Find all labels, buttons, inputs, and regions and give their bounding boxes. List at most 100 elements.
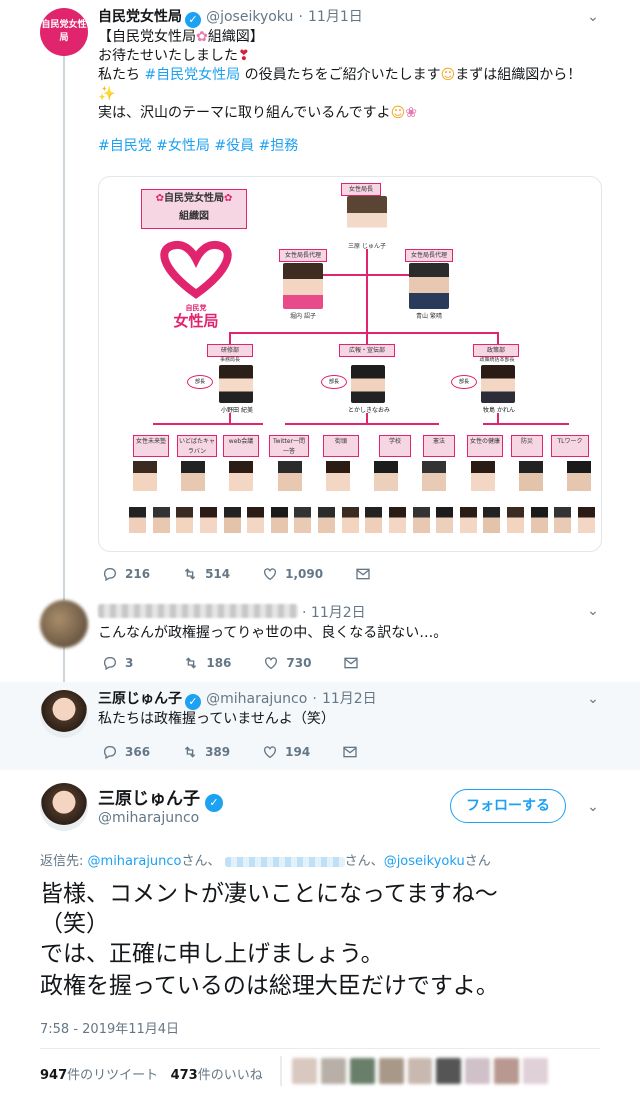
retweet-count: 389 <box>205 745 231 759</box>
author-handle[interactable]: @joseikyoku <box>206 9 293 25</box>
blurred-reply-user[interactable] <box>224 856 345 867</box>
smile-emoji-icon: ☺ <box>440 67 456 83</box>
main-text-line1: 皆様、コメントが凄いことになってますね〜 <box>40 881 498 907</box>
team-box-3: web会議 <box>223 435 259 457</box>
tweet2-text: こんなんが政権握ってりゃ世の中、良くなる訳ない…。 <box>98 625 448 641</box>
divider <box>40 1048 600 1049</box>
tweet-text-line3b: の役員たちをご紹介いたします <box>244 67 441 83</box>
main-text-line3: では、正確に申し上げましょう。 <box>40 941 384 967</box>
main-text-line2: （笑） <box>40 911 109 937</box>
verified-badge-icon: ✓ <box>205 794 223 812</box>
reply-count: 3 <box>125 656 134 670</box>
like-button[interactable]: 1,090 <box>262 566 323 582</box>
main-author-name[interactable]: 三原じゅん子 <box>98 789 200 809</box>
heart-icon <box>264 746 277 759</box>
follow-button[interactable]: フォローする <box>450 789 566 823</box>
dept3-sub: 政策統括本部長 <box>479 357 515 363</box>
dept1-photo <box>219 365 253 403</box>
tulip-emoji-icon: ❀ <box>405 105 417 121</box>
reply-icon <box>103 657 116 671</box>
main-timestamp[interactable]: 7:58 - 2019年11月4日 <box>40 1018 179 1037</box>
avatar-mihara-main[interactable] <box>40 783 88 831</box>
hashtags[interactable]: #自民党 #女性局 #役員 #担務 <box>98 137 598 156</box>
thread-line <box>63 50 65 690</box>
avatar-blurred[interactable] <box>40 600 88 648</box>
envelope-icon <box>356 568 370 580</box>
retweet-icon <box>184 746 196 758</box>
dept2-label: 広報・宣伝部 <box>339 344 395 357</box>
deputy2-name: 青山 繁晴 <box>416 313 442 320</box>
chevron-down-icon[interactable]: ⌄ <box>584 602 602 620</box>
team-box-4: Twitter一問一答 <box>269 435 309 457</box>
envelope-icon <box>343 746 357 758</box>
reply-icon <box>103 746 116 760</box>
deputy1-name: 堀内 詔子 <box>290 313 316 320</box>
retweet-icon <box>186 657 197 669</box>
team-members-row-1 <box>133 461 591 493</box>
sparkle-emoji-icon: ✨ <box>98 86 116 102</box>
tweet-text-line1-end: 組織図】 <box>207 29 264 45</box>
like-button[interactable]: 730 <box>263 655 311 671</box>
tweet2-actions: 3 186 730 <box>102 655 398 671</box>
reply-button[interactable]: 3 <box>102 655 133 671</box>
tweet-text-line3a: 私たち <box>98 67 140 83</box>
logo-big-text: 女性局 <box>173 312 219 330</box>
dm-button[interactable] <box>343 655 366 671</box>
reply-to-user-1[interactable]: @miharajunco <box>88 854 182 869</box>
team-box-5: 街頭 <box>323 435 359 457</box>
author-name[interactable]: 三原じゅん子 <box>98 691 182 707</box>
tweet-mihara-reply[interactable]: 三原じゅん子 ✓ @miharajunco · 11月2日 ⌄ 私たちは政権握って… <box>0 682 640 770</box>
team-box-8: 女性の健康 <box>467 435 503 457</box>
chevron-down-icon[interactable]: ⌄ <box>584 690 602 708</box>
dm-button[interactable] <box>355 566 378 582</box>
retweet-stat[interactable]: 947件のリツイート <box>40 1068 158 1083</box>
reply-button[interactable]: 216 <box>102 566 150 582</box>
chart-title-2: 組織図 <box>179 211 209 222</box>
team-box-10: TLワーク <box>551 435 589 457</box>
dept3-photo <box>481 365 515 403</box>
avatar-text: 自民党女性局 <box>41 20 87 43</box>
tweet-date[interactable]: 11月2日 <box>322 691 377 707</box>
avatar-joseikyoku[interactable]: 自民党女性局 <box>40 8 88 56</box>
reply-to-user-3[interactable]: @joseikyoku <box>384 854 465 869</box>
tweet3-text: 私たちは政権握っていませんよ（笑） <box>98 711 335 727</box>
tweet-date[interactable]: 11月1日 <box>308 9 363 25</box>
like-stat[interactable]: 473件のいいね <box>171 1068 263 1083</box>
reply-button[interactable]: 366 <box>102 744 150 760</box>
deputy1-label: 女性局長代理 <box>279 249 327 262</box>
reply-icon <box>103 568 116 582</box>
org-chart-image[interactable]: ✿自民党女性局✿ 組織図 自民党 女性局 女性局長 三原 じゅん子 女性局長代理… <box>98 176 602 552</box>
deputy2-label: 女性局長代理 <box>405 249 453 262</box>
verified-badge-icon: ✓ <box>185 12 201 28</box>
author-handle[interactable]: @miharajunco <box>206 691 307 707</box>
dm-button[interactable] <box>342 744 365 760</box>
bucho-oval-1: 部長 <box>187 375 213 389</box>
tweet1-actions: 216 514 1,090 <box>102 566 410 582</box>
like-button[interactable]: 194 <box>262 744 310 760</box>
like-count: 194 <box>285 745 311 759</box>
chief-photo <box>347 196 387 238</box>
retweet-count: 514 <box>205 567 231 581</box>
chevron-down-icon[interactable]: ⌄ <box>584 8 602 26</box>
chevron-down-icon[interactable]: ⌄ <box>584 798 602 816</box>
chart-title-1: 自民党女性局 <box>164 193 224 204</box>
team-box-9: 防災 <box>511 435 543 457</box>
hashtag-link[interactable]: #自民党女性局 <box>144 67 240 83</box>
bucho-oval-3: 部長 <box>451 375 477 389</box>
deputy1-photo <box>283 263 323 309</box>
heart-icon <box>264 568 277 581</box>
retweet-button[interactable]: 514 <box>182 566 230 582</box>
retweet-stat-label: 件のリツイート <box>67 1068 159 1083</box>
reply-to-line: 返信先: @miharajuncoさん、 さん、@joseikyokuさん <box>40 850 491 869</box>
like-count: 1,090 <box>285 567 324 581</box>
main-author-handle[interactable]: @miharajunco <box>98 810 199 826</box>
reply-san-2: さん、 <box>344 854 384 869</box>
avatar-mihara[interactable] <box>40 690 88 738</box>
flower-emoji-icon: ✿ <box>196 29 208 45</box>
tweet2-date[interactable]: 11月2日 <box>311 605 366 621</box>
retweet-button[interactable]: 389 <box>182 744 230 760</box>
liker-avatars-blurred[interactable] <box>292 1058 549 1086</box>
retweet-button[interactable]: 186 <box>183 655 231 671</box>
team-box-2: いどばたキャラバン <box>177 435 217 457</box>
author-name[interactable]: 自民党女性局 <box>98 9 182 25</box>
